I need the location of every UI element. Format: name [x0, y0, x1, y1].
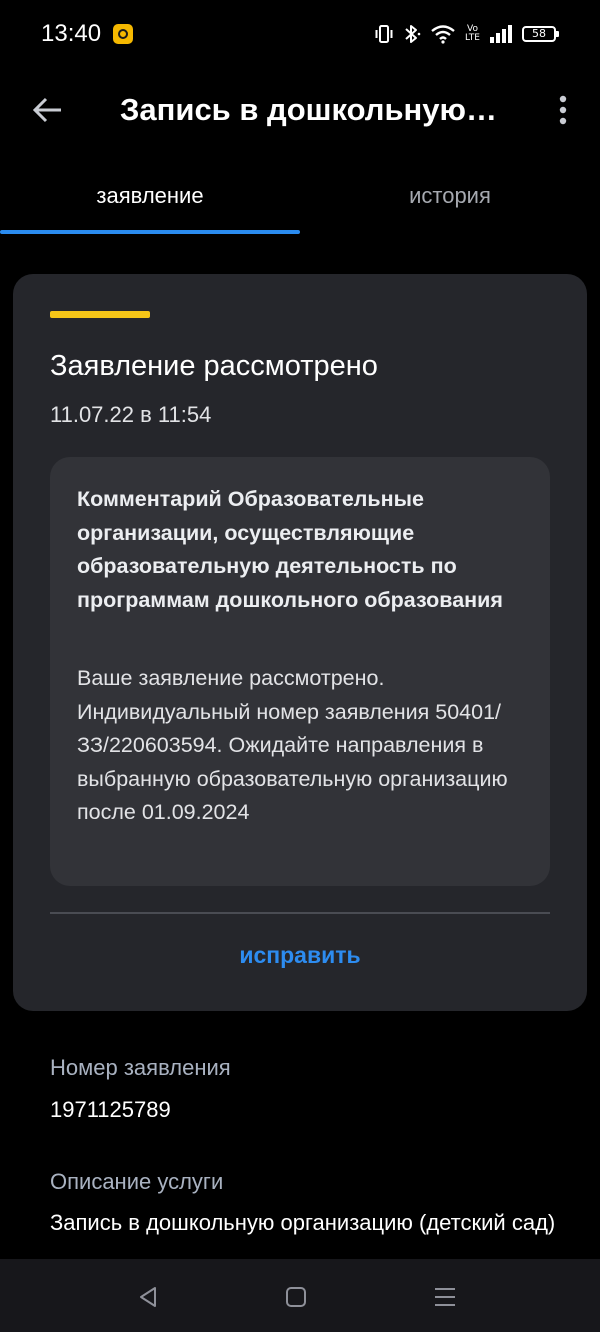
- status-accent-bar: [50, 311, 150, 318]
- volte-icon: Vo LTE: [465, 24, 480, 43]
- tab-bar: заявление история: [0, 160, 600, 235]
- comment-box: Комментарий Образовательные организации,…: [50, 457, 550, 886]
- wifi-icon: [431, 25, 455, 44]
- comment-title: Комментарий Образовательные организации,…: [77, 487, 503, 612]
- back-button[interactable]: [26, 88, 70, 132]
- status-date: 11.07.22 в 11:54: [50, 402, 212, 427]
- nav-home-button[interactable]: [276, 1277, 316, 1317]
- page-title: Запись в дошкольную организацию (детский…: [120, 92, 505, 127]
- service-description-label: Описание услуги: [50, 1169, 224, 1194]
- fix-button[interactable]: исправить: [13, 942, 587, 969]
- menu-lines-icon: [435, 1288, 455, 1306]
- triangle-back-icon: [140, 1287, 156, 1307]
- service-description-value: Запись в дошкольную организацию (детский…: [50, 1210, 556, 1235]
- status-card: Заявление рассмотрено 11.07.22 в 11:54 К…: [13, 274, 587, 1011]
- status-icons: Vo LTE 58: [374, 22, 559, 46]
- arrow-left-icon: [33, 97, 61, 123]
- comment-text: Ваше заявление рассмотрено. Индивидуальн…: [77, 666, 508, 824]
- app-bar: Запись в дошкольную организацию (детский…: [0, 70, 600, 150]
- more-options-button[interactable]: [548, 88, 578, 132]
- system-nav-bar: [0, 1259, 600, 1332]
- nav-menu-button[interactable]: [425, 1277, 465, 1317]
- tab-history[interactable]: история: [300, 160, 600, 232]
- status-bar: 13:40 Vo LTE 58: [0, 0, 600, 70]
- more-vertical-icon: [559, 95, 567, 125]
- tab-indicator: [0, 230, 300, 234]
- status-time: 13:40: [41, 20, 102, 47]
- signal-icon: [490, 25, 512, 43]
- tab-statement[interactable]: заявление: [0, 160, 300, 232]
- application-number-value: 1971125789: [50, 1097, 171, 1122]
- nav-back-button[interactable]: [128, 1277, 168, 1317]
- card-divider: [50, 912, 550, 914]
- battery-icon: 58: [522, 26, 559, 42]
- status-title: Заявление рассмотрено: [50, 350, 378, 382]
- application-number-label: Номер заявления: [50, 1055, 231, 1080]
- square-home-icon: [286, 1287, 306, 1307]
- notification-icon: [113, 24, 133, 44]
- vibrate-icon: [375, 25, 393, 43]
- bluetooth-icon: [405, 25, 421, 43]
